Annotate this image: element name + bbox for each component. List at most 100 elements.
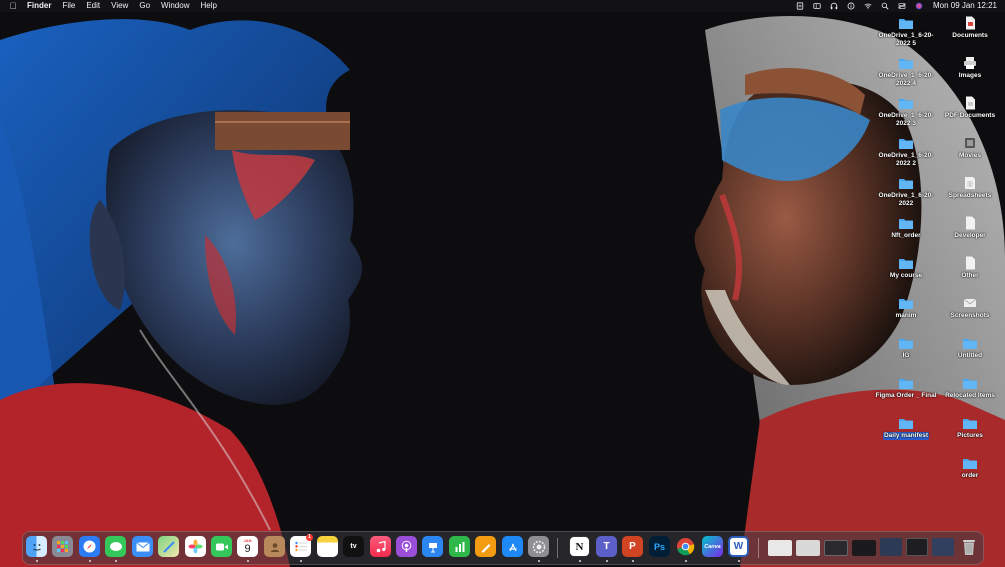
minimized-window-thumbnail[interactable] — [768, 540, 792, 556]
appletv-icon[interactable]: tv — [343, 536, 364, 557]
desktop-folder[interactable]: manim — [871, 296, 941, 320]
minimized-window-thumbnail[interactable] — [880, 538, 902, 556]
facetime-icon[interactable] — [211, 536, 232, 557]
apple-icon[interactable]:  — [8, 0, 18, 12]
reminders-badge: 1 — [306, 534, 313, 541]
document-icon — [966, 216, 975, 230]
notion-icon[interactable]: N — [569, 536, 590, 557]
script-icon[interactable] — [794, 0, 806, 12]
desktop-item-documents[interactable]: Documents — [935, 16, 1005, 40]
minimized-window-thumbnail[interactable] — [796, 540, 820, 556]
desktop-item-label: manim — [895, 312, 917, 319]
finder-icon[interactable] — [26, 536, 47, 557]
menubar-clock[interactable]: Mon 09 Jan 12:21 — [933, 0, 997, 12]
desktop-item-label: Images — [958, 72, 982, 79]
folder-icon — [963, 459, 977, 469]
powerpoint-icon[interactable]: P — [622, 536, 643, 557]
desktop-folder[interactable]: My course — [871, 256, 941, 280]
control-center-icon[interactable] — [896, 0, 908, 12]
keynote-icon[interactable] — [422, 536, 443, 557]
settings-icon[interactable] — [528, 536, 549, 557]
desktop-folder[interactable]: OneDrive_1_6-20-2022 — [871, 176, 941, 208]
messages-icon[interactable] — [105, 536, 126, 557]
numbers-icon[interactable] — [449, 536, 470, 557]
desktop-folder[interactable]: OneDrive_1_6-20-2022 4 — [871, 56, 941, 88]
search-icon[interactable] — [879, 0, 891, 12]
desktop-item-other[interactable]: Other — [935, 256, 1005, 280]
desktop-folder[interactable]: Nft_order — [871, 216, 941, 240]
pages-icon[interactable] — [475, 536, 496, 557]
desktop-folder[interactable]: OneDrive_1_6-20-2022 3 — [871, 96, 941, 128]
powerpoint-label: P — [629, 541, 636, 552]
minimized-window-thumbnail[interactable] — [824, 540, 848, 556]
folder-icon — [899, 99, 913, 109]
menu-edit[interactable]: Edit — [86, 0, 100, 12]
desktop-folder[interactable]: Untitled — [935, 336, 1005, 360]
desktop-item-label: Figma Order _ Final — [875, 392, 937, 399]
calendar-icon[interactable]: JAN 9 — [237, 536, 258, 557]
notes-icon[interactable] — [317, 536, 338, 557]
canva-icon[interactable]: Canva — [702, 536, 723, 557]
music-icon[interactable] — [370, 536, 391, 557]
maps-icon[interactable] — [158, 536, 179, 557]
desktop-folder[interactable]: Relocated Items — [935, 376, 1005, 400]
desktop-folder[interactable]: Figma Order _ Final — [871, 376, 941, 400]
desktop-item-label: IG — [902, 352, 910, 359]
desktop-folder[interactable]: IG — [871, 336, 941, 360]
desktop-item-pdf-documents[interactable]: PDF Documents — [935, 96, 1005, 120]
info-icon[interactable] — [845, 0, 857, 12]
menu-file[interactable]: File — [62, 0, 75, 12]
minimized-window-thumbnail[interactable] — [852, 540, 876, 556]
photoshop-icon[interactable]: Ps — [649, 536, 670, 557]
chrome-icon[interactable] — [675, 536, 696, 557]
desktop-item-label: OneDrive_1_6-20-2022 5 — [878, 32, 934, 47]
teams-icon[interactable]: T — [596, 536, 617, 557]
appstore-icon[interactable] — [502, 536, 523, 557]
canva-label: Canva — [704, 543, 721, 550]
desktop-item-label: Screenshots — [950, 312, 990, 319]
minimized-window-thumbnail[interactable] — [932, 538, 954, 556]
folder-icon — [899, 219, 913, 229]
launchpad-icon[interactable] — [52, 536, 73, 557]
running-indicator — [300, 560, 302, 562]
trash-icon[interactable] — [958, 536, 979, 557]
photos-icon[interactable] — [185, 536, 206, 557]
desktop-folder[interactable]: OneDrive_1_6-20-2022 5 — [871, 16, 941, 48]
document-icon — [966, 16, 975, 30]
folder-icon — [899, 139, 913, 149]
minimized-window-thumbnail[interactable] — [906, 538, 928, 556]
siri-icon[interactable] — [913, 0, 925, 12]
desktop-folder-selected[interactable]: Daily manifest — [871, 416, 941, 440]
reminders-icon[interactable]: 1 — [290, 534, 313, 557]
desktop-folder[interactable]: order — [935, 456, 1005, 480]
wifi-icon[interactable] — [862, 0, 874, 12]
running-indicator — [579, 560, 581, 562]
headphones-icon[interactable] — [828, 0, 840, 12]
running-indicator — [247, 560, 249, 562]
menu-help[interactable]: Help — [200, 0, 216, 12]
menu-go[interactable]: Go — [139, 0, 150, 12]
desktop-item-images[interactable]: Images — [935, 56, 1005, 80]
safari-icon[interactable] — [79, 536, 100, 557]
sidebar-icon[interactable] — [811, 0, 823, 12]
podcasts-icon[interactable] — [396, 536, 417, 557]
film-icon — [965, 138, 975, 148]
word-icon[interactable]: W — [728, 536, 749, 557]
menu-finder[interactable]: Finder — [27, 0, 51, 12]
menu-window[interactable]: Window — [161, 0, 189, 12]
desktop-item-screenshots[interactable]: Screenshots — [935, 296, 1005, 320]
desktop-item-developer[interactable]: Developer — [935, 216, 1005, 240]
appletv-label: tv — [350, 543, 357, 550]
contacts-icon[interactable] — [264, 536, 285, 557]
menu-view[interactable]: View — [111, 0, 128, 12]
running-indicator — [538, 560, 540, 562]
dock-separator — [557, 538, 558, 558]
desktop-folder[interactable]: Pictures — [935, 416, 1005, 440]
desktop-item-movies[interactable]: Movies — [935, 136, 1005, 160]
folder-icon — [899, 19, 913, 29]
desktop-item-spreadsheets[interactable]: Spreadsheets — [935, 176, 1005, 200]
mail-icon[interactable] — [132, 536, 153, 557]
desktop-folder[interactable]: OneDrive_1_6-20-2022 2 — [871, 136, 941, 168]
desktop-item-label: Documents — [952, 32, 988, 39]
running-indicator — [36, 560, 38, 562]
